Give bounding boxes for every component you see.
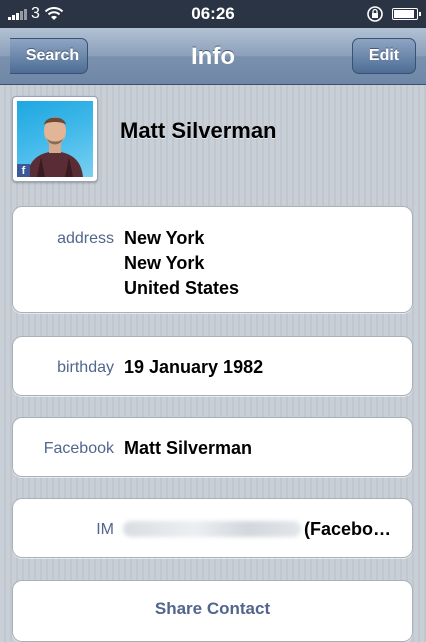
status-right bbox=[366, 5, 421, 23]
facebook-badge-icon: f bbox=[17, 164, 30, 177]
facebook-label: Facebook bbox=[43, 440, 114, 457]
battery-icon bbox=[392, 8, 421, 20]
address-line-1: New York bbox=[124, 228, 205, 248]
navigation-bar: Info Search Edit bbox=[0, 28, 426, 85]
battery-fill bbox=[394, 10, 414, 18]
address-card[interactable]: address New York New York United States bbox=[12, 206, 413, 313]
avatar-photo: f bbox=[17, 101, 93, 177]
facebook-value: Matt Silverman bbox=[124, 438, 253, 458]
facebook-card[interactable]: Facebook Matt Silverman bbox=[12, 417, 413, 477]
share-contact-button[interactable]: Share Contact bbox=[12, 580, 413, 642]
birthday-label: birthday bbox=[57, 359, 114, 376]
status-time: 06:26 bbox=[191, 4, 235, 23]
edit-button[interactable]: Edit bbox=[352, 38, 416, 74]
status-bar: 3 06:26 bbox=[0, 0, 426, 28]
back-button[interactable]: Search bbox=[10, 38, 88, 74]
avatar[interactable]: f bbox=[12, 96, 98, 182]
redacted-im-handle bbox=[123, 521, 301, 537]
im-card[interactable]: IM (Facebo… bbox=[12, 498, 413, 558]
address-line-3: United States bbox=[124, 278, 240, 298]
back-button-label: Search bbox=[25, 47, 80, 64]
im-service: (Facebo… bbox=[304, 519, 392, 539]
contact-name: Matt Silverman bbox=[120, 118, 277, 143]
address-line-2: New York bbox=[124, 253, 205, 273]
address-label: address bbox=[57, 230, 114, 247]
birthday-value: 19 January 1982 bbox=[124, 357, 264, 377]
im-label: IM bbox=[96, 521, 114, 538]
rotation-lock-icon bbox=[367, 6, 383, 22]
share-contact-label: Share Contact bbox=[154, 599, 271, 618]
birthday-card[interactable]: birthday 19 January 1982 bbox=[12, 336, 413, 396]
